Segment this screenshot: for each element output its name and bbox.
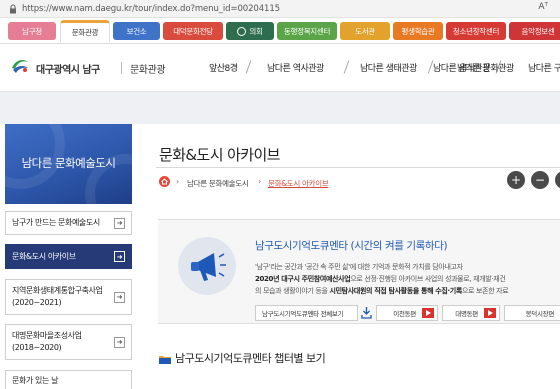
arrow-right-icon: ➜ — [114, 336, 125, 348]
video-button-bongdeok[interactable]: 봉덕시장편 — [504, 305, 560, 321]
tab-council-label: 의회 — [249, 26, 263, 36]
desc-text: 의 모습과 생활이야기 등을 — [255, 287, 330, 295]
reader-mode-icon[interactable]: Aᵀ — [538, 2, 548, 12]
megaphone-illustration — [178, 237, 236, 295]
view-all-label: 남구도시기억도큐멘타 전체보기 — [262, 310, 344, 318]
title-divider — [156, 167, 560, 168]
breadcrumb-arrow-icon: › — [176, 177, 180, 186]
arrow-right-icon: ➜ — [114, 251, 125, 262]
sidebar-item-culture-city[interactable]: 남구가 만드는 문화예술도시 ➜ — [5, 211, 132, 235]
tab-namgu[interactable]: 남구청 — [8, 22, 56, 40]
desc-bold: 2020년 대구시 주민참여예산사업 — [255, 275, 351, 283]
arrow-right-icon: ➜ — [114, 291, 125, 303]
video-label: 대명동편 — [455, 310, 478, 318]
nav-item-apsan[interactable]: 앞산8경 — [209, 61, 238, 74]
tab-culture-tourism[interactable]: 문화관광 — [60, 20, 110, 42]
desc-text: 으로 보존한 자료 — [461, 287, 509, 295]
play-icon — [422, 308, 434, 318]
sidebar-item-label: 대명문화마을조성사업 (2018~2020) — [12, 331, 82, 352]
nav-item-ecology[interactable]: 남다른 생태관광 — [360, 61, 417, 74]
sidebar-item-label: 남구가 만드는 문화예술도시 — [12, 218, 100, 227]
print-button[interactable] — [555, 171, 560, 189]
page-title: 문화&도시 아카이브 — [159, 146, 280, 164]
sidebar-header: 남다른 문화예술도시 — [5, 124, 132, 204]
sidebar-item-label: 지역문화생태계통합구축사업 (2020~2021) — [12, 286, 103, 307]
sidebar-item-label: 문화&도시 아카이브 — [12, 251, 76, 261]
desc-text: 으로 선정·진행된 아카이브 사업의 성과물로, 재개발·재건 — [350, 275, 506, 283]
logo-divider — [121, 62, 122, 74]
url-text[interactable]: https://www.nam.daegu.kr/tour/index.do?m… — [22, 4, 280, 14]
tab-daedeok-hall[interactable]: 대덕문화전당 — [163, 22, 223, 40]
nav-item-history[interactable]: 남다른 역사관광 — [267, 61, 324, 74]
tab-council[interactable]: 의회 — [226, 22, 274, 40]
zoom-out-button[interactable]: − — [531, 171, 549, 189]
tab-lifelong-learning[interactable]: 평생학습관 — [393, 22, 443, 40]
documentary-desc-line2: 2020년 대구시 주민참여예산사업으로 선정·진행된 아카이브 사업의 성과물… — [255, 274, 506, 284]
video-label: 봉덕시장편 — [525, 310, 555, 318]
nav-divider — [343, 60, 350, 74]
lock-icon — [10, 3, 16, 13]
sidebar-item-culture-day[interactable]: 문화가 있는 날 — [5, 370, 132, 389]
section-title: 남구도시기억도큐멘타 챕터별 보기 — [175, 352, 326, 365]
breadcrumb-current[interactable]: 문화&도시 아카이브 — [268, 178, 329, 189]
play-icon — [484, 308, 496, 318]
desc-bold: 시민탐사대원의 직접 탐사활동을 통해 수집·기록 — [329, 287, 463, 295]
sidebar-item-archive[interactable]: 문화&도시 아카이브 ➜ — [5, 244, 132, 269]
view-all-button[interactable]: 남구도시기억도큐멘타 전체보기 — [255, 305, 358, 321]
video-button-icheon[interactable]: 이천동편 — [376, 305, 438, 321]
home-icon[interactable] — [159, 176, 170, 187]
megaphone-icon — [191, 253, 226, 281]
tab-community-center[interactable]: 동행정복지센터 — [277, 22, 337, 40]
sidebar-item-daemyeong-project[interactable]: 대명문화마을조성사업 (2018~2020) ➜ — [5, 324, 132, 360]
namgu-logo-icon[interactable] — [10, 56, 30, 76]
nav-item-more[interactable]: 남다른 구 — [528, 61, 560, 74]
tab-music-center[interactable]: 음악정보센 — [509, 22, 560, 40]
documentary-desc-line3: 의 모습과 생활이야기 등을 시민탐사대원의 직접 탐사활동을 통해 수집·기록… — [255, 286, 509, 296]
sidebar-title: 남다른 문화예술도시 — [21, 156, 116, 170]
tab-library[interactable]: 도서관 — [340, 22, 390, 40]
video-label: 이천동편 — [393, 310, 416, 318]
documentary-title: 남구도시기억도큐멘타 (시간의 켜를 기록하다) — [255, 240, 448, 252]
arrow-right-icon: ➜ — [114, 217, 125, 229]
nav-item-culture[interactable]: 남다른 문화관광 — [457, 61, 514, 74]
nav-divider — [245, 60, 252, 74]
council-emblem-icon — [237, 26, 247, 36]
breadcrumb-item[interactable]: 남다른 문화예술도시 — [187, 178, 249, 189]
sidebar-item-ecosystem-project[interactable]: 지역문화생태계통합구축사업 (2020~2021) ➜ — [5, 279, 132, 315]
tab-health-center[interactable]: 보건소 — [113, 22, 160, 40]
tab-youth-center[interactable]: 청소년창작센터 — [446, 22, 506, 40]
address-bar[interactable]: https://www.nam.daegu.kr/tour/index.do?m… — [0, 0, 560, 18]
zoom-in-button[interactable]: + — [507, 171, 525, 189]
sub-visual-band — [0, 92, 560, 124]
video-button-daemyeong[interactable]: 대명동편 — [442, 305, 500, 321]
folder-icon — [159, 356, 171, 364]
documentary-desc-line1: '남구'라는 공간과 '공간 속 주민 삶'에 대한 기억과 문화적 가치를 담… — [255, 263, 463, 271]
logo-text[interactable]: 대구광역시 남구 — [36, 61, 100, 76]
download-icon[interactable] — [361, 306, 372, 319]
logo-subtitle[interactable]: 문화관광 — [130, 61, 166, 76]
breadcrumb-arrow-icon: › — [258, 177, 262, 186]
site-tab-strip: 남구청 문화관광 보건소 대덕문화전당 의회 동행정복지센터 도서관 평생학습관… — [0, 18, 560, 44]
sidebar-item-label: 문화가 있는 날 — [12, 376, 59, 385]
